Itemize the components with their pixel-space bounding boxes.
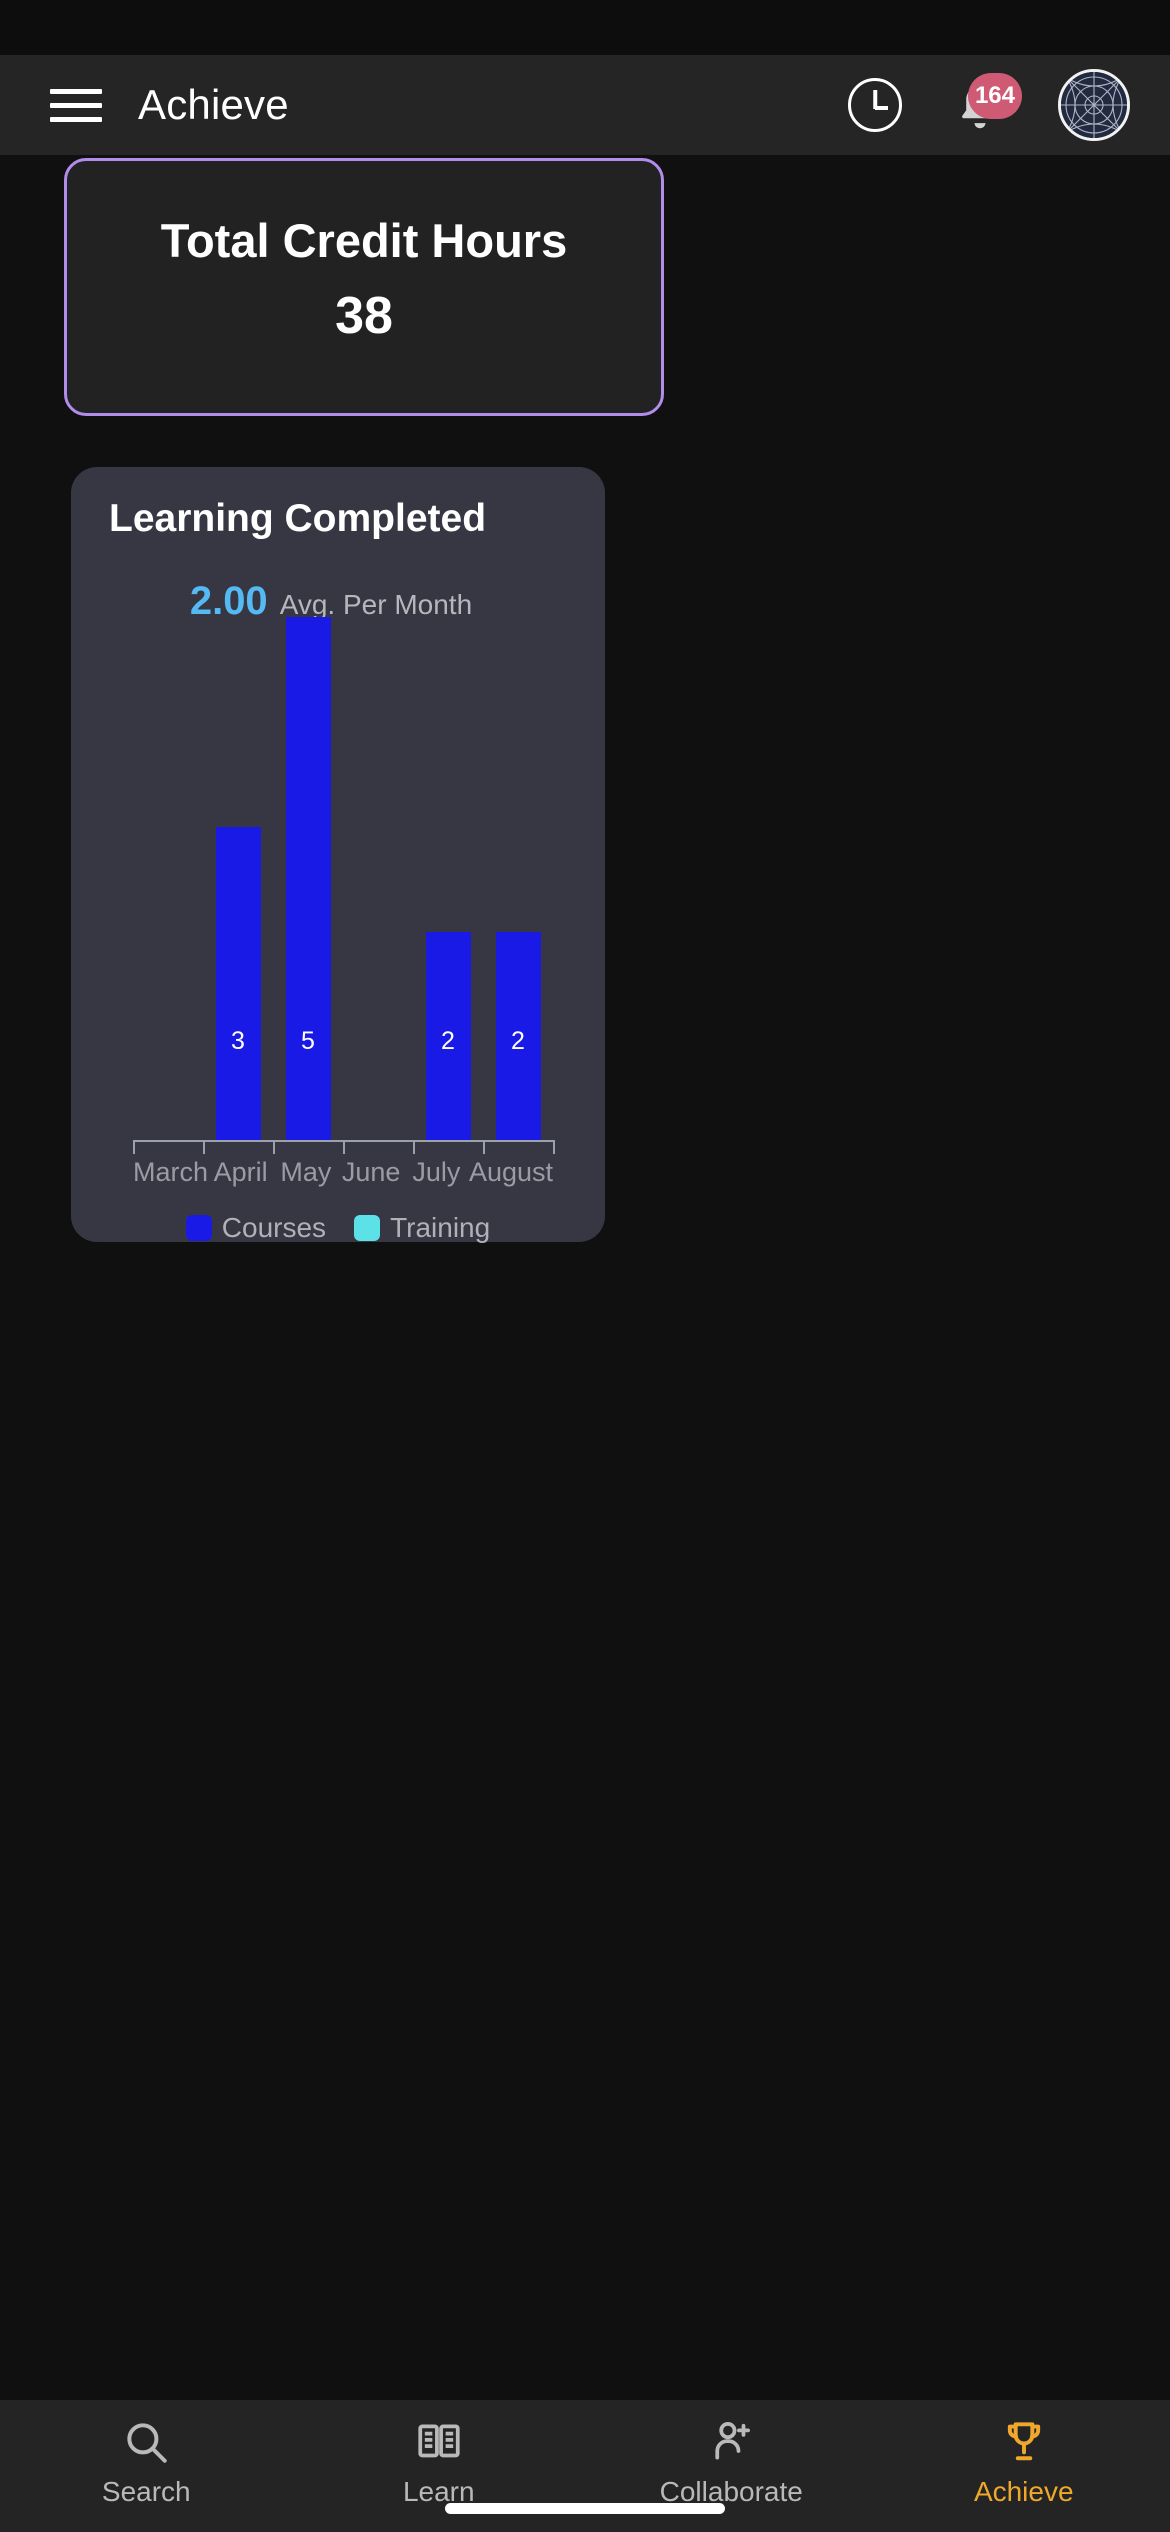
legend-swatch [185,1215,212,1241]
chart-average-value: 2.00 [189,579,268,623]
status-bar [0,0,1170,55]
nav-item-search[interactable]: Search [0,2400,293,2532]
chart-x-label: July [412,1157,461,1187]
chart-bar-slot: 2 [413,617,483,1142]
chart-x-axis [133,1140,553,1142]
person-add-icon [706,2416,756,2468]
chart-bar-slot: 5 [273,617,343,1142]
legend-label: Courses [221,1212,327,1243]
chart-legend: Courses Training [71,1212,605,1244]
chart-tick [553,1140,555,1154]
chart-bar[interactable]: 2 [425,932,471,1142]
hamburger-menu-icon[interactable] [50,88,102,122]
chart-x-label: May [280,1157,332,1187]
search-icon [121,2416,171,2468]
chart-bar-value: 2 [441,1027,455,1055]
home-indicator [445,2503,725,2514]
chart-x-label: April [213,1157,268,1187]
bottom-navigation: Search Learn Collaborate Achieve [0,2400,1170,2532]
trophy-icon [999,2416,1049,2468]
chart-x-label: June [341,1157,401,1187]
chart-bar[interactable]: 2 [495,932,541,1142]
avatar-image [1061,72,1127,138]
chart-x-label: August [468,1157,554,1187]
chart-tick [273,1140,275,1154]
chart-average-label: Avg. Per Month [279,589,473,620]
chart-bar-slot [133,617,203,1142]
app-bar: Achieve 164 [0,55,1170,155]
book-icon [414,2416,464,2468]
total-credit-hours-card[interactable]: Total Credit Hours 38 [64,158,664,416]
notifications-button[interactable]: 164 [950,73,1022,134]
app-screen: Achieve 164 Total Credit Hours 38 Learni… [0,0,1170,2532]
legend-item[interactable]: Courses [185,1212,327,1244]
nav-item-achieve[interactable]: Achieve [878,2400,1170,2532]
chart-bar[interactable]: 5 [285,617,331,1142]
chart-plot-area: 3 5 2 2 [133,617,553,1142]
page-title: Achieve [138,81,289,128]
legend-item[interactable]: Training [354,1212,490,1244]
chart-bars: 3 5 2 2 [133,617,553,1142]
chart-bar-value: 5 [301,1027,315,1055]
chart-bar-value: 3 [231,1027,245,1055]
chart-x-label: March [133,1157,209,1187]
legend-swatch [354,1215,381,1241]
chart-tick [133,1140,135,1154]
nav-label-search: Search [101,2476,191,2507]
chart-x-labels: March April May June July August [133,1157,553,1188]
credit-card-value: 38 [335,287,393,345]
avatar[interactable] [1058,69,1130,141]
chart-bar-slot: 2 [483,617,553,1142]
notification-badge: 164 [967,73,1022,119]
learning-completed-card[interactable]: Learning Completed 2.00 Avg. Per Month 3… [71,467,605,1244]
chart-bar-slot: 3 [203,617,273,1142]
chart-tick [343,1140,345,1154]
credit-card-title: Total Credit Hours [160,214,568,267]
chart-tick [483,1140,485,1154]
chart-bar[interactable]: 3 [215,827,261,1142]
chart-tick [203,1140,205,1154]
nav-label-achieve: Achieve [973,2476,1074,2507]
clock-icon[interactable] [848,78,902,132]
appbar-actions: 164 [848,69,1130,141]
chart-tick [413,1140,415,1154]
chart-bar-value: 2 [511,1027,525,1055]
legend-label: Training [390,1212,491,1243]
chart-average-stat: 2.00 Avg. Per Month [71,579,605,624]
chart-title: Learning Completed [109,497,487,540]
chart-bar-slot [343,617,413,1142]
